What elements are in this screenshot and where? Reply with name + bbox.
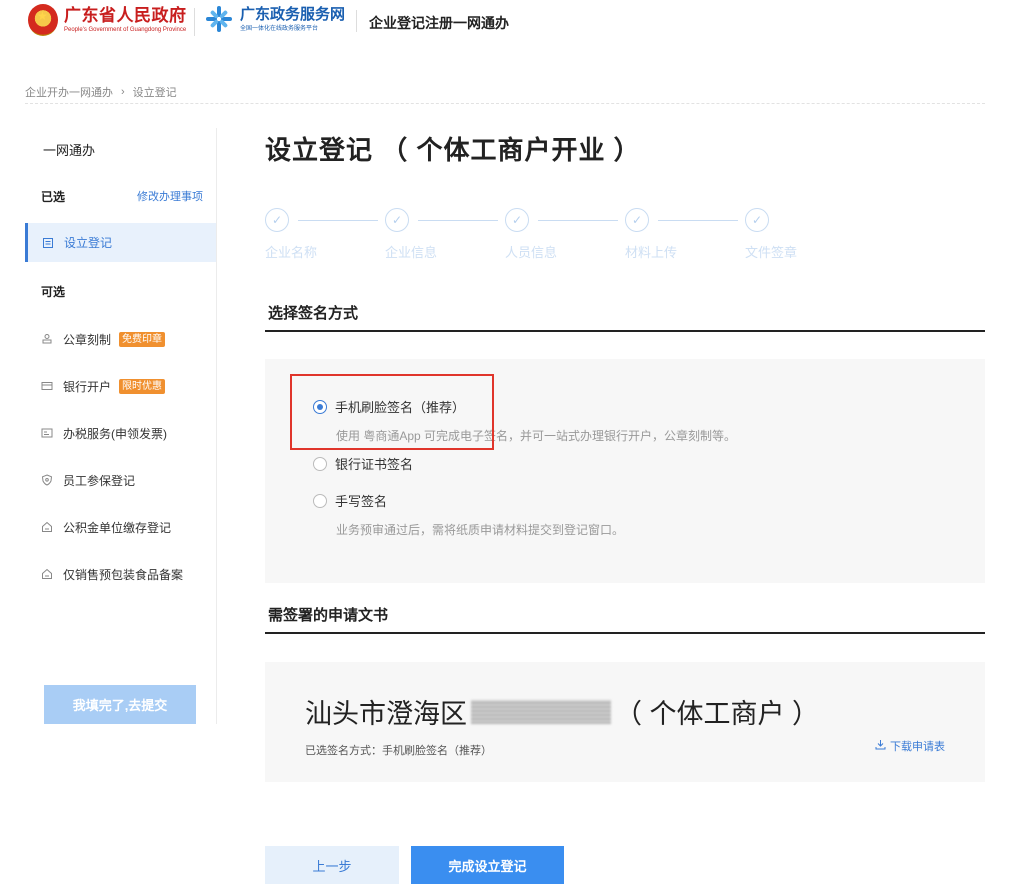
sidebar-item-label: 公积金单位缴存登记: [63, 520, 172, 535]
sidebar-divider: [216, 128, 217, 724]
promo-badge: 限时优惠: [119, 378, 166, 394]
option-cert-sign[interactable]: 银行证书签名: [313, 454, 413, 473]
step-label: 企业信息: [385, 245, 438, 260]
sidebar-item-food-filing[interactable]: 仅销售预包装食品备案: [41, 564, 183, 584]
sidebar-item-housing-fund[interactable]: 公积金单位缴存登记: [41, 517, 171, 537]
header-divider: [194, 8, 195, 36]
selected-sign-method: 已选签名方式：手机刷脸签名（推荐）: [305, 745, 492, 757]
selected-label: 已选: [41, 190, 66, 204]
sidebar-item-label: 仅销售预包装食品备案: [63, 567, 184, 582]
sign-section-title: 选择签名方式: [265, 302, 985, 332]
gov-logo[interactable]: 广东省人民政府 People's Government of Guangdong…: [28, 4, 187, 36]
optional-label: 可选: [41, 285, 66, 299]
service-logo[interactable]: 广东政务服务网 全国一体化在线政务服务平台: [204, 4, 345, 34]
breadcrumb-current: 设立登记: [132, 87, 177, 99]
progress-steps: ✓ 企业名称 ✓ 企业信息 ✓ 人员信息 ✓ 材料上传 ✓ 文件签章: [265, 208, 825, 264]
sidebar-item-label: 公章刻制: [63, 332, 112, 347]
shield-icon: [41, 474, 53, 486]
highlight-box: [290, 374, 494, 450]
promo-badge: 免费印章: [119, 331, 166, 347]
sidebar-item-label: 设立登记: [64, 236, 113, 250]
document-title-suffix: （ 个体工商户 ）: [615, 699, 820, 729]
house-icon: [41, 568, 53, 580]
redacted-name: [471, 699, 611, 724]
step-connector: [418, 220, 498, 221]
header-title: 企业登记注册一网通办: [369, 15, 509, 31]
submit-side-button[interactable]: 我填完了,去提交: [44, 685, 196, 724]
option-hand-sign[interactable]: 手写签名: [313, 491, 387, 510]
national-emblem-icon: [28, 4, 58, 36]
service-mark-icon: [204, 4, 234, 34]
step-label: 文件签章: [745, 245, 798, 260]
prev-step-button[interactable]: 上一步: [265, 846, 399, 884]
breadcrumb-divider: [25, 103, 985, 104]
radio-unselected[interactable]: [313, 493, 327, 508]
step-label: 材料上传: [625, 245, 678, 260]
document-title-prefix: 汕头市澄海区: [305, 699, 467, 729]
sidebar-item-bank[interactable]: 银行开户 限时优惠: [41, 376, 166, 396]
option-label: 手写签名: [335, 494, 388, 509]
service-name: 广东政务服务网: [240, 5, 346, 23]
gov-name: 广东省人民政府: [64, 6, 187, 25]
sidebar-item-seal[interactable]: 公章刻制 免费印章: [41, 329, 166, 349]
radio-unselected[interactable]: [313, 456, 327, 471]
step-connector: [658, 220, 738, 221]
chevron-right-icon: ›: [121, 86, 125, 98]
sidebar-title: 一网通办: [43, 143, 96, 158]
step-label: 人员信息: [505, 245, 558, 260]
option-label: 银行证书签名: [335, 457, 414, 472]
step-label: 企业名称: [265, 245, 318, 260]
check-icon: ✓: [745, 208, 769, 232]
breadcrumb-root[interactable]: 企业开办一网通办: [25, 84, 113, 100]
complete-registration-button[interactable]: 完成设立登记: [411, 846, 564, 884]
download-icon: [875, 739, 886, 753]
document-icon: [42, 237, 54, 249]
sidebar-item-insurance[interactable]: 员工参保登记: [41, 470, 135, 490]
check-icon: ✓: [625, 208, 649, 232]
check-icon: ✓: [265, 208, 289, 232]
gov-name-en: People's Government of Guangdong Provinc…: [64, 27, 187, 33]
sidebar-item-label: 办税服务(申领发票): [63, 426, 167, 441]
stamp-icon: [41, 333, 53, 345]
sidebar-item-registration[interactable]: 设立登记: [25, 223, 216, 262]
page-title: 设立登记 （ 个体工商户开业 ）: [265, 135, 641, 165]
sidebar-item-label: 银行开户: [63, 379, 112, 394]
modify-items-link[interactable]: 修改办理事项: [137, 188, 203, 204]
sidebar-item-tax[interactable]: 办税服务(申领发票): [41, 423, 167, 443]
sidebar-item-label: 员工参保登记: [63, 473, 136, 488]
service-tagline: 全国一体化在线政务服务平台: [240, 25, 319, 32]
house-icon: [41, 521, 53, 533]
header-divider: [356, 10, 357, 32]
document-card: 汕头市澄海区 （ 个体工商户 ） 已选签名方式：手机刷脸签名（推荐） 下载申请表: [265, 662, 985, 782]
step-sign: ✓ 文件签章: [745, 208, 805, 260]
step-connector: [298, 220, 378, 221]
bank-card-icon: [41, 380, 53, 392]
docs-section-title: 需签署的申请文书: [265, 604, 985, 634]
invoice-icon: [41, 427, 53, 439]
check-icon: ✓: [385, 208, 409, 232]
header: 广东省人民政府 People's Government of Guangdong…: [0, 0, 1010, 44]
document-title: 汕头市澄海区 （ 个体工商户 ）: [305, 692, 819, 731]
download-form-link[interactable]: 下载申请表: [875, 738, 945, 754]
download-label: 下载申请表: [890, 741, 945, 753]
sidebar: 一网通办 已选 修改办理事项 设立登记 可选 公章刻制 免费印章 银行开户 限时…: [25, 128, 216, 724]
breadcrumb: 企业开办一网通办 › 设立登记: [25, 84, 177, 100]
hand-sign-hint: 业务预审通过后，需将纸质申请材料提交到登记窗口。: [336, 523, 625, 537]
step-connector: [538, 220, 618, 221]
check-icon: ✓: [505, 208, 529, 232]
